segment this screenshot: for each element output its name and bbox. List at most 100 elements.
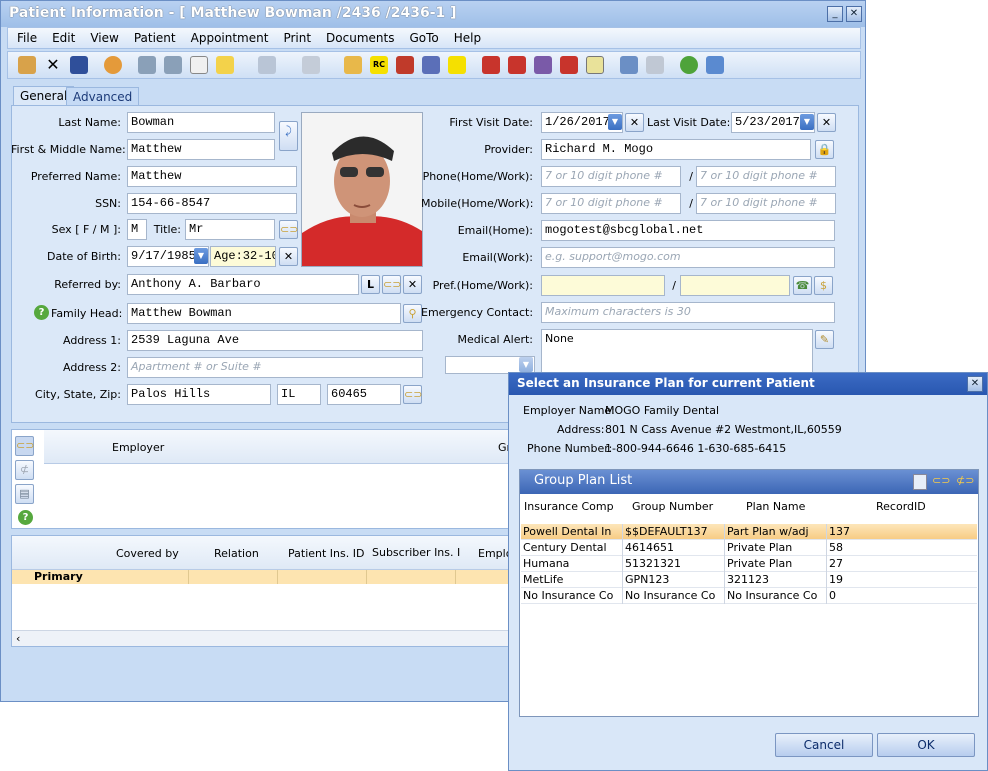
provider-input[interactable]: Richard M. Mogo — [541, 139, 811, 160]
menu-patient[interactable]: Patient — [125, 28, 182, 45]
card-icon[interactable] — [646, 56, 664, 74]
unlink-plan-icon[interactable]: ⊄⊃ — [956, 474, 974, 487]
import-icon[interactable] — [448, 56, 466, 74]
menu-goto[interactable]: GoTo — [400, 28, 444, 45]
state-input[interactable]: IL — [277, 384, 321, 405]
help-icon[interactable] — [680, 56, 698, 74]
minimize-button[interactable]: _ — [827, 6, 843, 22]
family-search-icon[interactable]: ⚲ — [403, 304, 422, 323]
referred-link-icon[interactable]: ⊂⊃ — [382, 275, 401, 294]
chart-icon[interactable] — [482, 56, 500, 74]
swap-name-icon[interactable]: ⤸ — [279, 121, 298, 151]
col-group-number[interactable]: Group Number — [632, 500, 713, 513]
provider-lock-icon[interactable]: 🔒 — [815, 140, 834, 159]
pref-coins-icon[interactable]: $ — [814, 276, 833, 295]
plan-row[interactable]: Century Dental 4614651 Private Plan 58 — [521, 540, 977, 556]
email-home-input[interactable]: mogotest@sbcglobal.net — [541, 220, 835, 241]
pref-phone-icon[interactable]: ☎ — [793, 276, 812, 295]
document-icon[interactable] — [508, 56, 526, 74]
mobile-home-input[interactable]: 7 or 10 digit phone # — [541, 193, 681, 214]
menu-appointment[interactable]: Appointment — [182, 28, 275, 45]
sex-input[interactable]: M — [127, 219, 147, 240]
find-patient-icon[interactable] — [18, 56, 36, 74]
family-icon[interactable] — [422, 56, 440, 74]
dob-dropdown-icon[interactable]: ▼ — [194, 248, 208, 264]
exit-icon[interactable] — [706, 56, 724, 74]
plan-row[interactable]: Powell Dental In $$DEFAULT137 Part Plan … — [521, 524, 977, 540]
link-plan-icon[interactable]: ⊂⊃ — [932, 474, 950, 487]
employer-document-icon[interactable]: ▤ — [15, 484, 34, 504]
tree-icon[interactable] — [258, 56, 276, 74]
phone-work-input[interactable]: 7 or 10 digit phone # — [696, 166, 836, 187]
mobile-work-input[interactable]: 7 or 10 digit phone # — [696, 193, 836, 214]
rc-icon[interactable]: RC — [370, 56, 388, 74]
clear-dob-icon[interactable]: ✕ — [279, 247, 298, 266]
menu-print[interactable]: Print — [274, 28, 317, 45]
zip-input[interactable]: 60465 — [327, 384, 401, 405]
city-input[interactable]: Palos Hills — [127, 384, 271, 405]
last-visit-dropdown-icon[interactable]: ▼ — [800, 114, 814, 130]
word-icon[interactable] — [586, 56, 604, 74]
pref-home-input[interactable] — [541, 275, 665, 296]
alert-dropdown-icon[interactable]: ▼ — [519, 357, 533, 372]
zip-link-icon[interactable]: ⊂⊃ — [403, 385, 422, 404]
address1-input[interactable]: 2539 Laguna Ave — [127, 330, 423, 351]
patient-photo[interactable] — [301, 112, 423, 267]
emergency-contact-input[interactable]: Maximum characters is 30 — [541, 302, 835, 323]
new-plan-icon[interactable] — [913, 474, 927, 490]
ok-button[interactable]: OK — [877, 733, 975, 757]
col-record-id[interactable]: RecordID — [876, 500, 926, 513]
close-button[interactable]: ✕ — [846, 6, 862, 22]
referred-lookup-button[interactable]: L — [361, 275, 380, 294]
menu-view[interactable]: View — [81, 28, 124, 45]
menu-file[interactable]: File — [8, 28, 43, 45]
title-link-icon[interactable]: ⊂⊃ — [279, 220, 298, 239]
preferred-name-input[interactable]: Matthew — [127, 166, 297, 187]
first-name-input[interactable]: Matthew — [127, 139, 275, 160]
employer-link-icon[interactable]: ⊂⊃ — [15, 436, 34, 456]
email-work-input[interactable]: e.g. support@mogo.com — [541, 247, 835, 268]
col-plan-name[interactable]: Plan Name — [746, 500, 805, 513]
employer-unlink-icon[interactable]: ⊄ — [15, 460, 34, 480]
dialog-close-button[interactable]: ✕ — [967, 376, 983, 392]
ledger-icon[interactable] — [534, 56, 552, 74]
clear-last-visit-icon[interactable]: ✕ — [817, 113, 836, 132]
address2-input[interactable]: Apartment # or Suite # — [127, 357, 423, 378]
cancel-button[interactable]: Cancel — [775, 733, 873, 757]
menu-edit[interactable]: Edit — [43, 28, 81, 45]
patient-icon[interactable] — [104, 56, 122, 74]
last-name-input[interactable]: Bowman — [127, 112, 275, 133]
first-visit-dropdown-icon[interactable]: ▼ — [608, 114, 622, 130]
family-help-icon[interactable]: ? — [34, 305, 49, 320]
col-insurance-comp[interactable]: Insurance Comp — [524, 500, 614, 513]
note-icon[interactable] — [216, 56, 234, 74]
medicine-icon[interactable] — [396, 56, 414, 74]
menu-documents[interactable]: Documents — [317, 28, 400, 45]
forms-icon[interactable] — [560, 56, 578, 74]
clear-first-visit-icon[interactable]: ✕ — [625, 113, 644, 132]
plan-row[interactable]: Humana 51321321 Private Plan 27 — [521, 556, 977, 572]
family-head-input[interactable]: Matthew Bowman — [127, 303, 401, 324]
pref-work-input[interactable] — [680, 275, 790, 296]
employer-help-icon[interactable]: ? — [18, 510, 33, 525]
transfer-icon[interactable] — [620, 56, 638, 74]
coins-icon[interactable] — [344, 56, 362, 74]
tooth-icon[interactable] — [190, 56, 208, 74]
referred-clear-icon[interactable]: ✕ — [403, 275, 422, 294]
ssn-input[interactable]: 154-66-8547 — [127, 193, 297, 214]
medical-alert-input[interactable]: None — [541, 329, 813, 375]
edit-alert-pencil-icon[interactable]: ✎ — [815, 330, 834, 349]
tab-advanced[interactable]: Advanced — [66, 87, 140, 106]
title-input[interactable]: Mr — [185, 219, 275, 240]
plan-row[interactable]: MetLife GPN123 321123 19 — [521, 572, 977, 588]
grid-icon[interactable] — [302, 56, 320, 74]
save-icon[interactable] — [70, 56, 88, 74]
plan-row[interactable]: No Insurance Co No Insurance Co No Insur… — [521, 588, 977, 604]
referred-by-input[interactable]: Anthony A. Barbaro — [127, 274, 359, 295]
scroll-left-icon[interactable]: ‹ — [16, 632, 20, 645]
menu-help[interactable]: Help — [445, 28, 487, 45]
close-x-icon[interactable]: ✕ — [44, 56, 62, 74]
gear-icon[interactable] — [138, 56, 156, 74]
phone-home-input[interactable]: 7 or 10 digit phone # — [541, 166, 681, 187]
settings-icon[interactable] — [164, 56, 182, 74]
